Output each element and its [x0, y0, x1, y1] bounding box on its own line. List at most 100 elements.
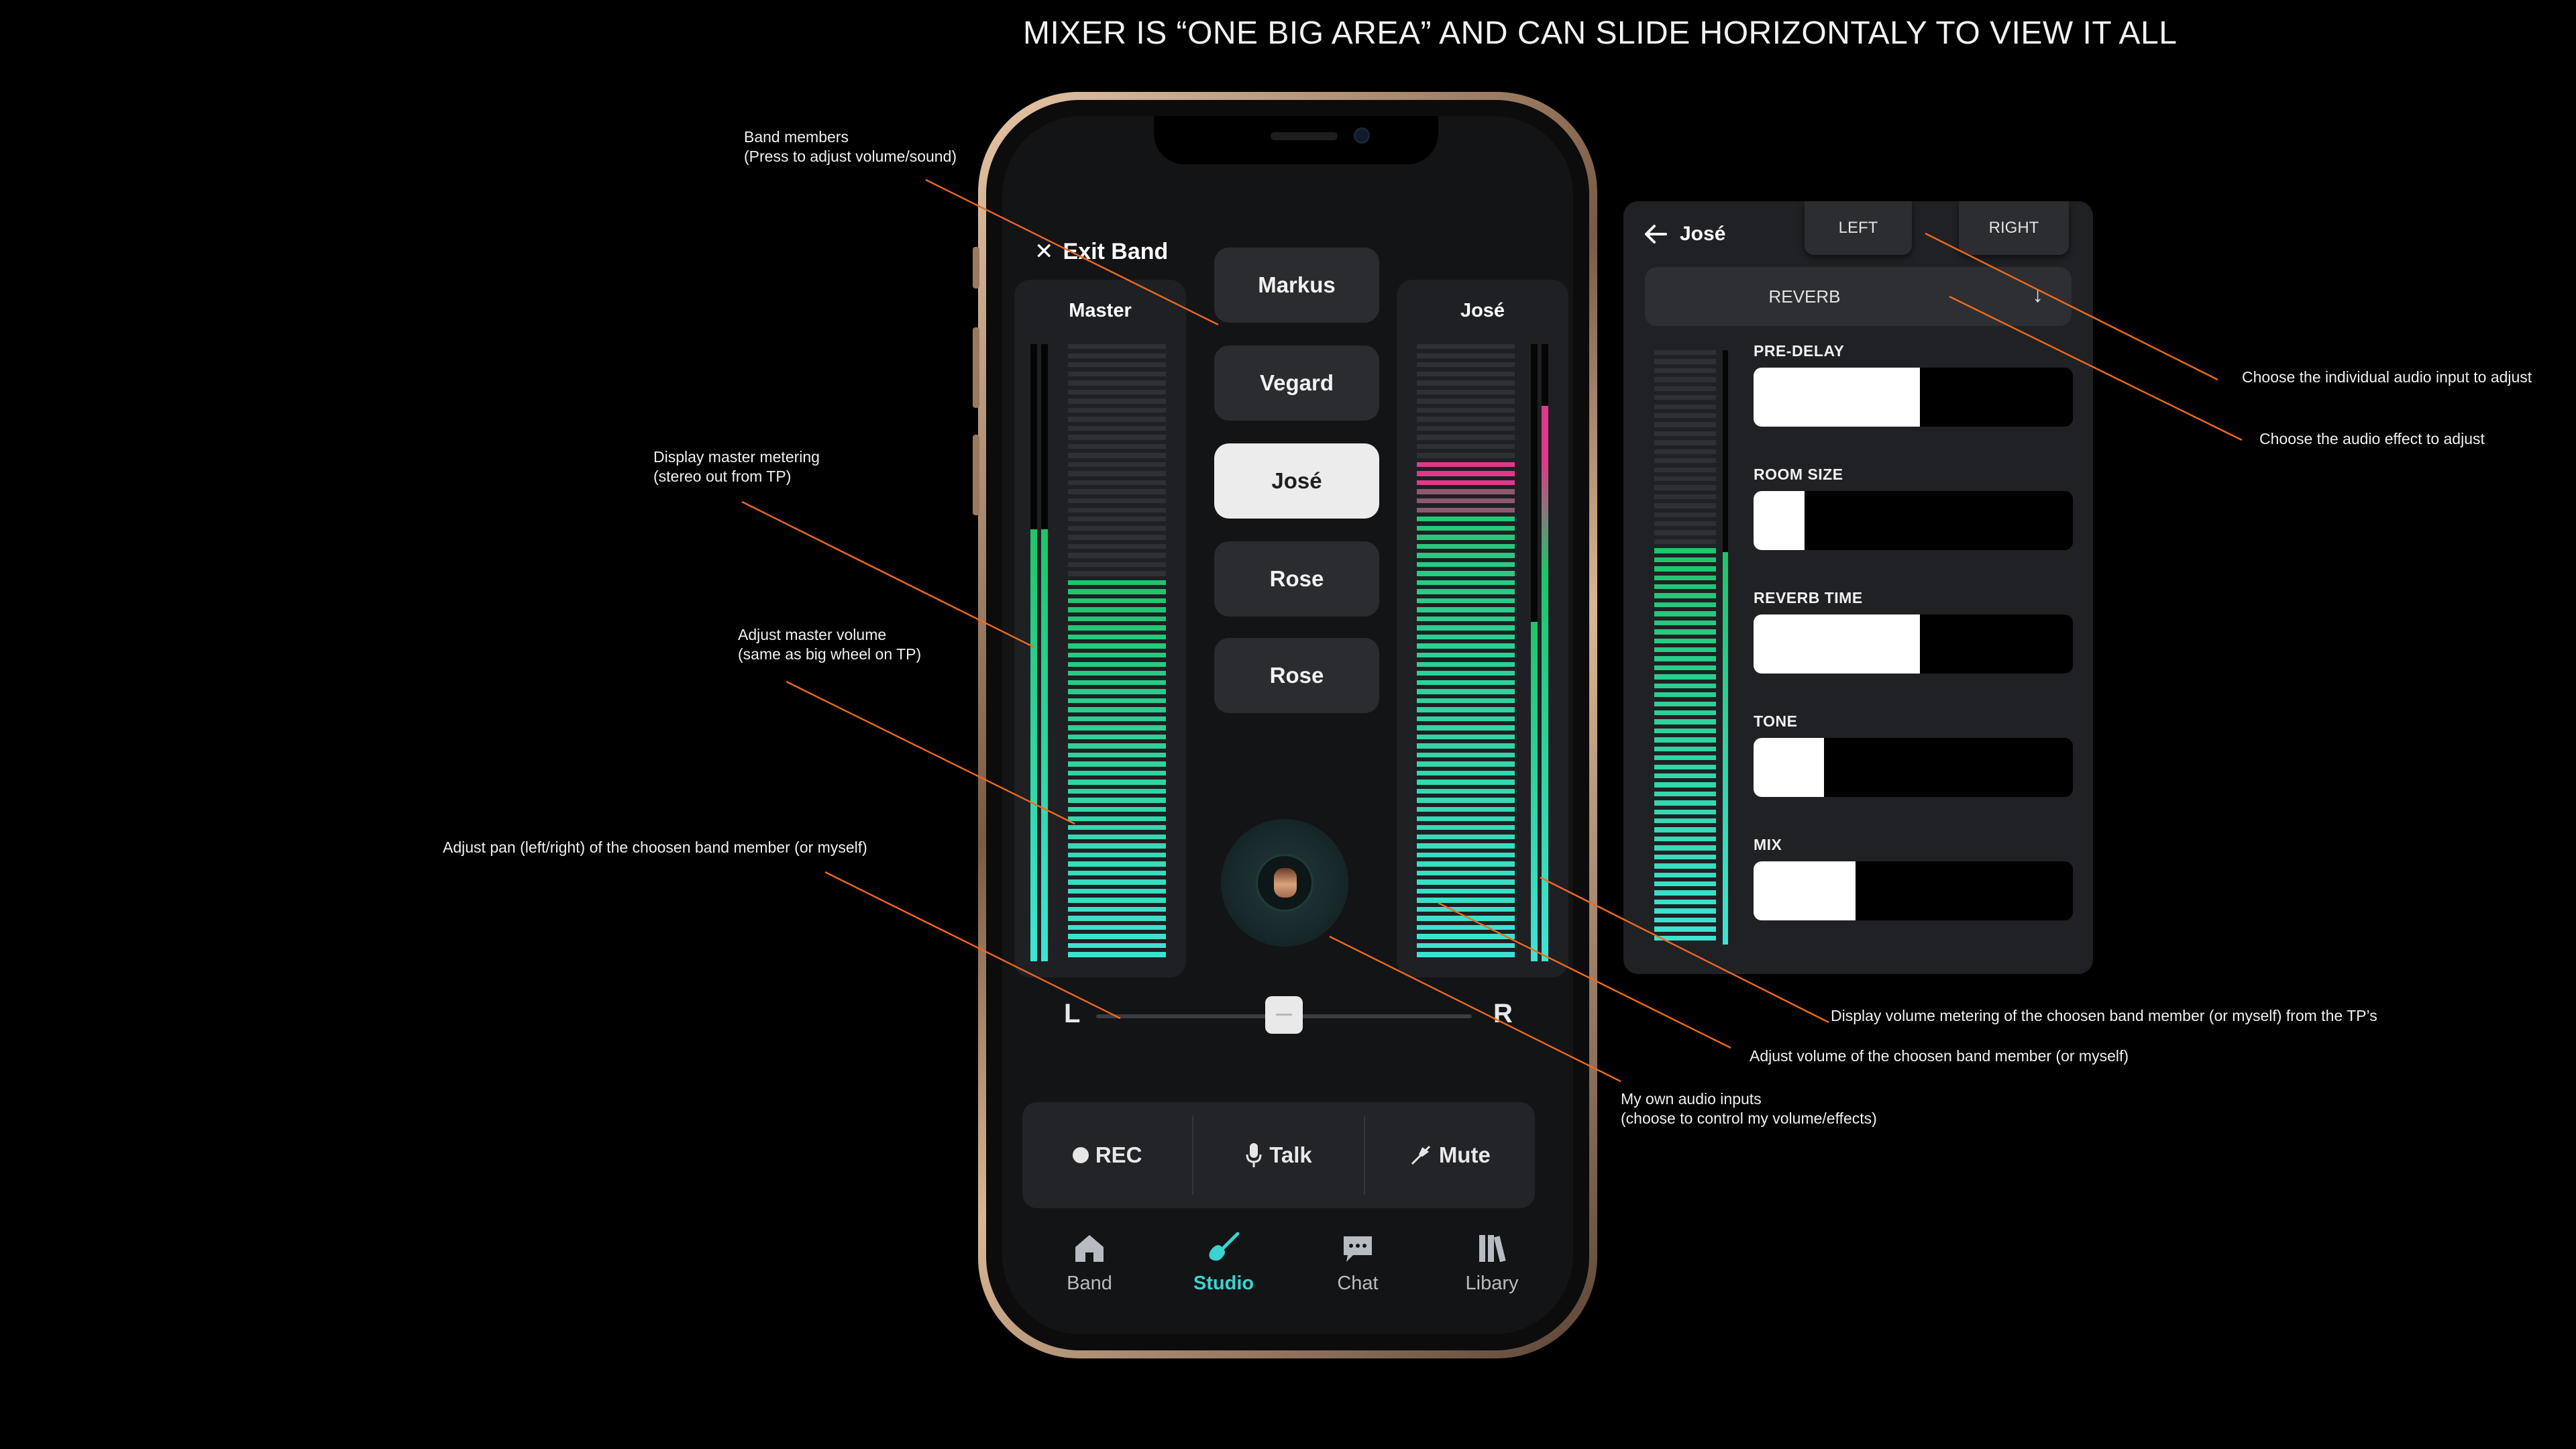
meter-segment: [1068, 952, 1166, 957]
input-tab-left[interactable]: LEFT: [1805, 201, 1912, 255]
meter-segment: [1068, 389, 1166, 395]
meter-segment: [1068, 607, 1166, 612]
meter-segment: [1417, 780, 1515, 785]
param-slider-fill: [1754, 368, 1920, 427]
meter-segment: [1417, 598, 1515, 604]
arrow-down-icon: ↓: [2032, 282, 2043, 307]
mute-label: Mute: [1438, 1142, 1491, 1167]
mute-button[interactable]: Mute: [1363, 1116, 1535, 1195]
talk-button[interactable]: Talk: [1192, 1116, 1363, 1195]
meter-segment: [1068, 689, 1166, 694]
meter-segment: [1654, 638, 1716, 643]
note-member-metering: Display volume metering of the choosen b…: [1831, 1007, 2377, 1024]
member-button-4[interactable]: Rose: [1214, 638, 1379, 713]
meter-segment: [1654, 908, 1716, 914]
meter-segment: [1654, 773, 1716, 779]
meter-segment: [1417, 417, 1515, 422]
meter-segment: [1068, 598, 1166, 604]
param-slider-0[interactable]: [1754, 368, 2073, 427]
chat-icon: [1344, 1236, 1372, 1262]
meter-segment: [1654, 674, 1716, 680]
meter-segment: [1068, 543, 1166, 549]
effect-select-value: REVERB: [1768, 286, 1841, 307]
speaker-grille: [1271, 132, 1338, 140]
back-button[interactable]: José: [1644, 223, 1725, 246]
param-slider-1[interactable]: [1754, 491, 2073, 550]
meter-segment: [1654, 377, 1716, 382]
meter-segment: [1417, 435, 1515, 440]
meter-segment: [1417, 952, 1515, 957]
input-tab-right[interactable]: RIGHT: [1959, 201, 2069, 255]
meter-segment: [1654, 647, 1716, 653]
param-slider-4[interactable]: [1754, 861, 2073, 920]
meter-segment: [1068, 625, 1166, 631]
member-volume-fader[interactable]: [1417, 344, 1515, 961]
member-button-3[interactable]: Rose: [1214, 541, 1379, 616]
exit-band-button[interactable]: ✕ Exit Band: [1034, 238, 1168, 265]
meter-segment: [1417, 443, 1515, 449]
meter-segment: [1654, 890, 1716, 896]
meter-segment: [1417, 353, 1515, 358]
pan-right-label: R: [1493, 999, 1513, 1028]
meter-segment: [1417, 861, 1515, 867]
meter-segment: [1068, 589, 1166, 594]
note-member-volume: Adjust volume of the choosen band member…: [1750, 1047, 2129, 1065]
note-choose-effect: Choose the audio effect to adjust: [2259, 430, 2485, 447]
meter-segment: [1654, 809, 1716, 814]
tab-studio[interactable]: Studio: [1157, 1230, 1291, 1330]
meter-segment: [1654, 683, 1716, 689]
effect-volume-meter[interactable]: [1654, 350, 1716, 945]
tab-studio-label: Studio: [1193, 1273, 1254, 1294]
meter-segment: [1068, 380, 1166, 386]
meter-segment: [1654, 440, 1716, 445]
meter-segment: [1068, 780, 1166, 785]
meter-segment: [1417, 761, 1515, 767]
tab-band[interactable]: Band: [1022, 1230, 1157, 1330]
param-label-0: PRE-DELAY: [1754, 342, 1845, 360]
phone-side-button: [973, 247, 979, 288]
member-strip: José: [1397, 280, 1568, 977]
param-label-2: REVERB TIME: [1754, 589, 1863, 606]
meter-segment: [1068, 870, 1166, 876]
member-button-0[interactable]: Markus: [1214, 248, 1379, 323]
meter-segment: [1654, 530, 1716, 535]
meter-segment: [1417, 807, 1515, 812]
meter-segment: [1417, 752, 1515, 758]
close-icon: ✕: [1034, 239, 1054, 264]
camera-icon: [1354, 127, 1370, 144]
meter-segment: [1068, 798, 1166, 803]
master-meter-right: [1041, 344, 1048, 961]
meter-segment: [1417, 489, 1515, 494]
meter-segment: [1654, 881, 1716, 887]
effect-select[interactable]: REVERB ↓: [1645, 267, 2072, 326]
meter-segment: [1417, 471, 1515, 476]
library-icon: [1479, 1235, 1506, 1263]
meter-segment: [1417, 734, 1515, 740]
member-button-2[interactable]: José: [1214, 443, 1379, 519]
param-slider-fill: [1754, 738, 1824, 797]
meter-segment: [1068, 571, 1166, 576]
meter-segment: [1654, 575, 1716, 580]
pan-slider-handle[interactable]: [1265, 996, 1303, 1034]
meter-segment: [1654, 611, 1716, 616]
meter-segment: [1068, 407, 1166, 413]
master-volume-fader[interactable]: [1068, 344, 1166, 961]
meter-segment: [1417, 743, 1515, 749]
meter-segment: [1068, 453, 1166, 458]
meter-segment: [1068, 525, 1166, 531]
member-button-1[interactable]: Vegard: [1214, 345, 1379, 421]
tab-chat[interactable]: Chat: [1291, 1230, 1425, 1330]
master-meter-left: [1030, 344, 1037, 961]
meter-segment: [1068, 879, 1166, 885]
meter-segment: [1417, 689, 1515, 694]
meter-segment: [1417, 943, 1515, 949]
param-slider-2[interactable]: [1754, 614, 2073, 674]
meter-segment: [1417, 653, 1515, 658]
my-inputs-button[interactable]: [1221, 819, 1348, 947]
param-slider-3[interactable]: [1754, 738, 2073, 797]
meter-segment: [1417, 389, 1515, 395]
meter-segment: [1417, 634, 1515, 640]
tab-library[interactable]: Libary: [1425, 1230, 1559, 1330]
meter-segment: [1417, 517, 1515, 522]
rec-button[interactable]: REC: [1022, 1102, 1192, 1208]
